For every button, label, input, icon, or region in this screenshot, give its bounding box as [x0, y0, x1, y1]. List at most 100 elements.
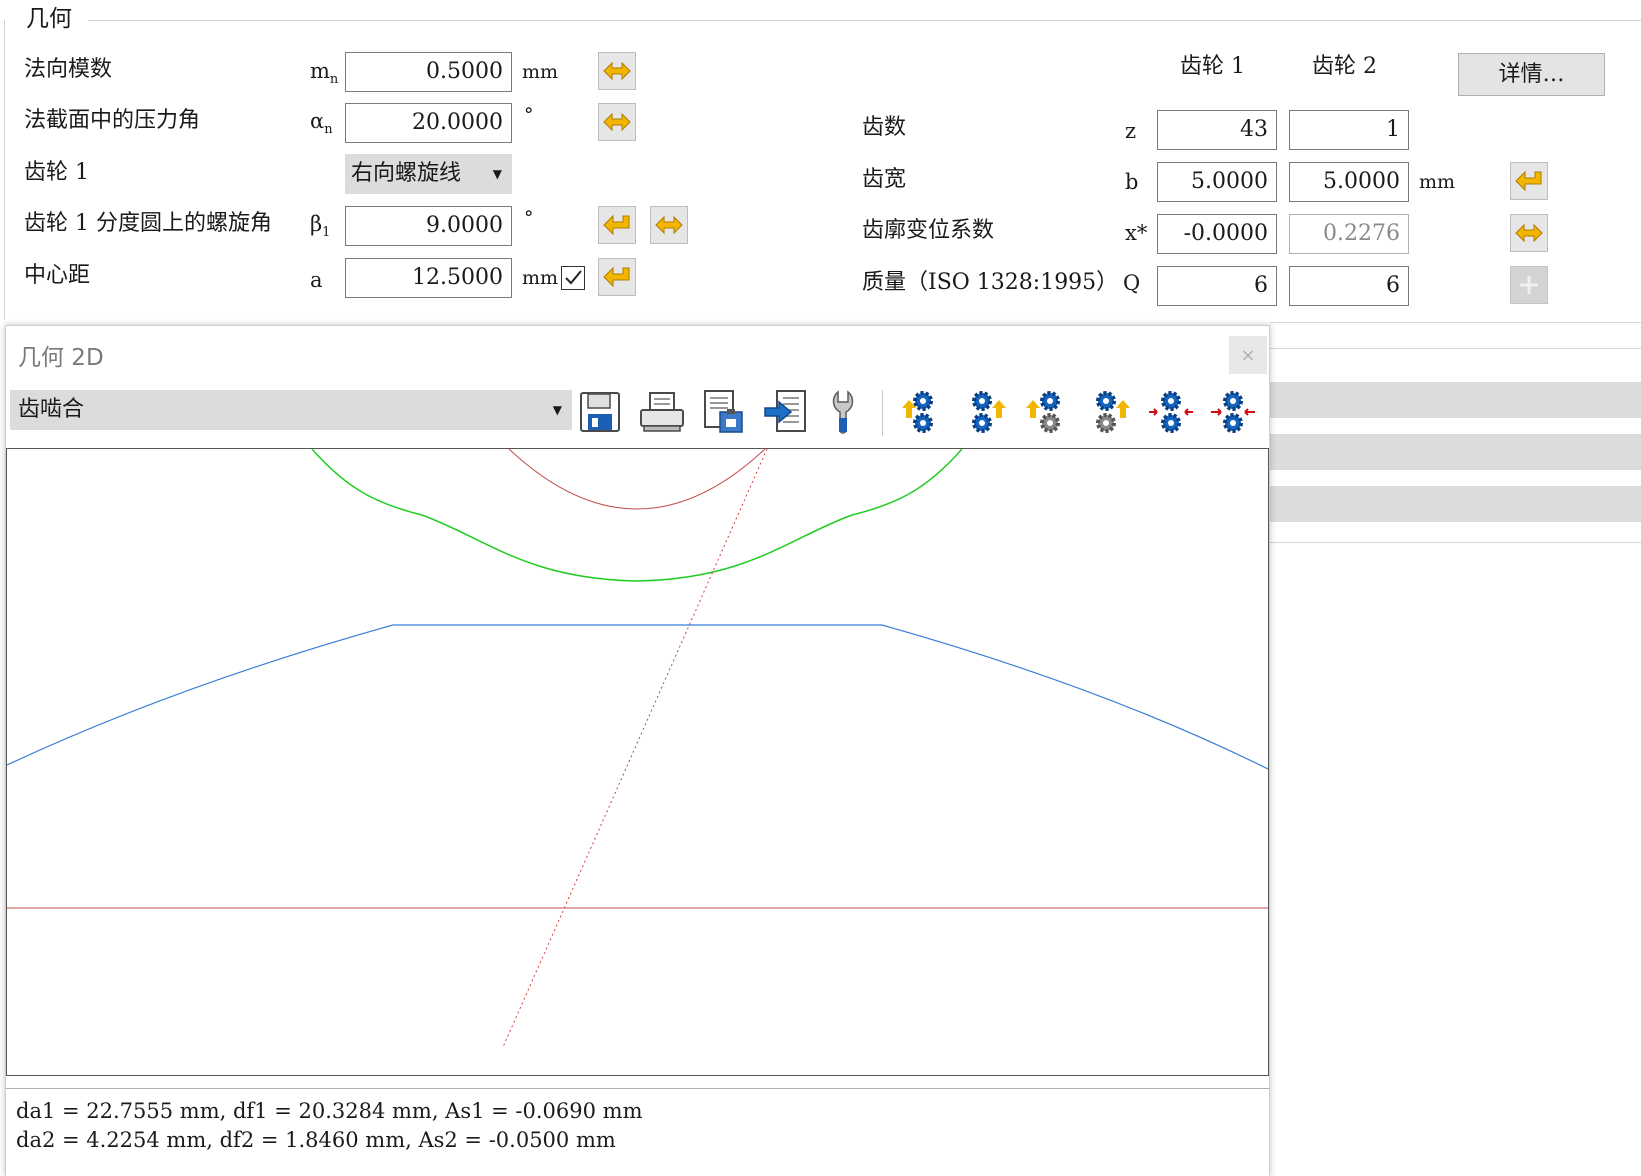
- pressure-angle-symbol: αn: [310, 109, 333, 138]
- teeth-count-label: 齿数: [862, 115, 907, 140]
- toolbar-separator: [882, 390, 883, 436]
- gear1-face-width-input[interactable]: 5.0000: [1157, 162, 1277, 202]
- face-width-symbol: b: [1125, 170, 1139, 194]
- center-distance-checkbox[interactable]: [561, 266, 585, 290]
- pressure-angle-label: 法截面中的压力角: [24, 108, 201, 133]
- window-toolbar: 齿啮合 ▼: [6, 382, 1269, 446]
- face-width-accept-button[interactable]: [1510, 162, 1548, 200]
- save-button[interactable]: [575, 386, 625, 438]
- normal-module-unit: mm: [522, 61, 559, 83]
- divider-line: [1270, 348, 1641, 349]
- face-width-label: 齿宽: [862, 167, 907, 192]
- gear1-label: 齿轮 1: [24, 160, 89, 185]
- gear-zoom-out-icon: [1211, 391, 1255, 433]
- view-select[interactable]: 齿啮合 ▼: [10, 390, 572, 430]
- gear1-profile-shift-input[interactable]: -0.0000: [1157, 214, 1277, 254]
- quality-disabled-button: [1510, 266, 1548, 304]
- gear-view-4-icon: [1096, 391, 1130, 433]
- close-icon[interactable]: ×: [1229, 336, 1267, 374]
- gear-view-2-button[interactable]: [960, 386, 1010, 438]
- gear1-column-header: 齿轮 1: [1180, 54, 1245, 79]
- face-width-unit: mm: [1419, 171, 1456, 193]
- gear-zoom-out-button[interactable]: [1208, 386, 1258, 438]
- center-distance-symbol: a: [310, 268, 323, 292]
- gear-view-1-button[interactable]: [898, 386, 948, 438]
- chevron-down-icon: ▼: [552, 403, 562, 417]
- double-arrow-icon: [603, 112, 631, 132]
- view-select-value: 齿啮合: [18, 397, 85, 422]
- geometry-2d-window: 几何 2D × 齿啮合 ▼ da1 = 22.7555 mm, df1 = 20…: [5, 325, 1270, 1176]
- clipboard-icon: [704, 390, 743, 433]
- quality-label: 质量（ISO 1328:1995）: [862, 270, 1119, 295]
- quality-symbol: Q: [1123, 271, 1141, 295]
- gear1-quality-input[interactable]: 6: [1157, 266, 1277, 306]
- green-curve: [311, 448, 963, 582]
- gear2-quality-input[interactable]: 6: [1289, 266, 1409, 306]
- center-distance-accept-button[interactable]: [598, 258, 636, 296]
- pressure-angle-input[interactable]: 20.0000: [345, 103, 512, 143]
- center-distance-label: 中心距: [24, 263, 91, 288]
- gear-view-3-button[interactable]: [1022, 386, 1072, 438]
- helix-angle-label: 齿轮 1 分度圆上的螺旋角: [24, 211, 272, 236]
- profile-shift-symbol: x*: [1125, 221, 1148, 245]
- wrench-icon: [832, 390, 854, 434]
- normal-module-symbol: mn: [310, 59, 339, 88]
- gear-view-3-icon: [1026, 391, 1060, 433]
- return-arrow-icon: [1515, 170, 1542, 192]
- divider-line: [1270, 542, 1641, 543]
- divider-line: [1270, 322, 1641, 323]
- gear2-profile-shift-input: 0.2276: [1289, 214, 1409, 254]
- group-frame-left: [4, 20, 5, 320]
- pressure-angle-unit: °: [524, 104, 534, 126]
- background-band: [1270, 382, 1641, 418]
- gear-view-4-button[interactable]: [1084, 386, 1134, 438]
- gear2-column-header: 齿轮 2: [1312, 54, 1377, 79]
- gear2-face-width-input[interactable]: 5.0000: [1289, 162, 1409, 202]
- settings-button[interactable]: [823, 386, 873, 438]
- gear1-teeth-input[interactable]: 43: [1157, 110, 1277, 150]
- center-distance-input[interactable]: 12.5000: [345, 258, 512, 298]
- line-of-action: [502, 448, 768, 1048]
- double-arrow-icon: [1515, 223, 1543, 243]
- group-frame-top: [88, 20, 1641, 21]
- blue-profile: [6, 624, 1269, 770]
- helix-angle-input[interactable]: 9.0000: [345, 206, 512, 246]
- gear-zoom-in-button[interactable]: [1146, 386, 1196, 438]
- export-button[interactable]: [761, 386, 811, 438]
- chevron-down-icon: ▼: [492, 167, 502, 181]
- normal-module-input[interactable]: 0.5000: [345, 52, 512, 92]
- helix-direction-select[interactable]: 右向螺旋线 ▼: [345, 154, 512, 194]
- helix-angle-symbol: β1: [310, 212, 331, 241]
- double-arrow-icon: [603, 61, 631, 81]
- details-button[interactable]: 详情…: [1458, 53, 1605, 96]
- gear-zoom-in-icon: [1149, 391, 1193, 433]
- background-band: [1270, 434, 1641, 470]
- gear-mesh-canvas[interactable]: [6, 448, 1269, 1076]
- return-arrow-icon: [603, 214, 630, 236]
- gear-view-1-icon: [902, 391, 933, 433]
- info-line-2: da2 = 4.2254 mm, df2 = 1.8460 mm, As2 = …: [16, 1128, 616, 1152]
- plus-icon: [1520, 276, 1538, 294]
- teeth-count-symbol: z: [1125, 119, 1137, 143]
- pressure-angle-convert-button[interactable]: [598, 103, 636, 141]
- helix-angle-unit: °: [524, 207, 534, 229]
- profile-shift-label: 齿廓变位系数: [862, 218, 995, 243]
- return-arrow-icon: [603, 266, 630, 288]
- export-icon: [764, 390, 806, 432]
- copy-to-clipboard-button[interactable]: [699, 386, 749, 438]
- print-button[interactable]: [637, 386, 687, 438]
- window-title: 几何 2D: [18, 345, 104, 371]
- info-line-1: da1 = 22.7555 mm, df1 = 20.3284 mm, As1 …: [16, 1099, 643, 1123]
- gear-view-2-icon: [972, 391, 1006, 433]
- checkmark-icon: [565, 270, 582, 285]
- helix-direction-value: 右向螺旋线: [351, 161, 462, 186]
- gear2-teeth-input[interactable]: 1: [1289, 110, 1409, 150]
- helix-angle-convert-button[interactable]: [650, 206, 688, 244]
- group-title: 几何: [22, 4, 76, 34]
- normal-module-convert-button[interactable]: [598, 52, 636, 90]
- normal-module-label: 法向模数: [24, 57, 113, 82]
- profile-shift-convert-button[interactable]: [1510, 214, 1548, 252]
- gear-mesh-drawing: [6, 448, 1269, 1048]
- helix-angle-accept-button[interactable]: [598, 206, 636, 244]
- red-arc: [508, 448, 766, 510]
